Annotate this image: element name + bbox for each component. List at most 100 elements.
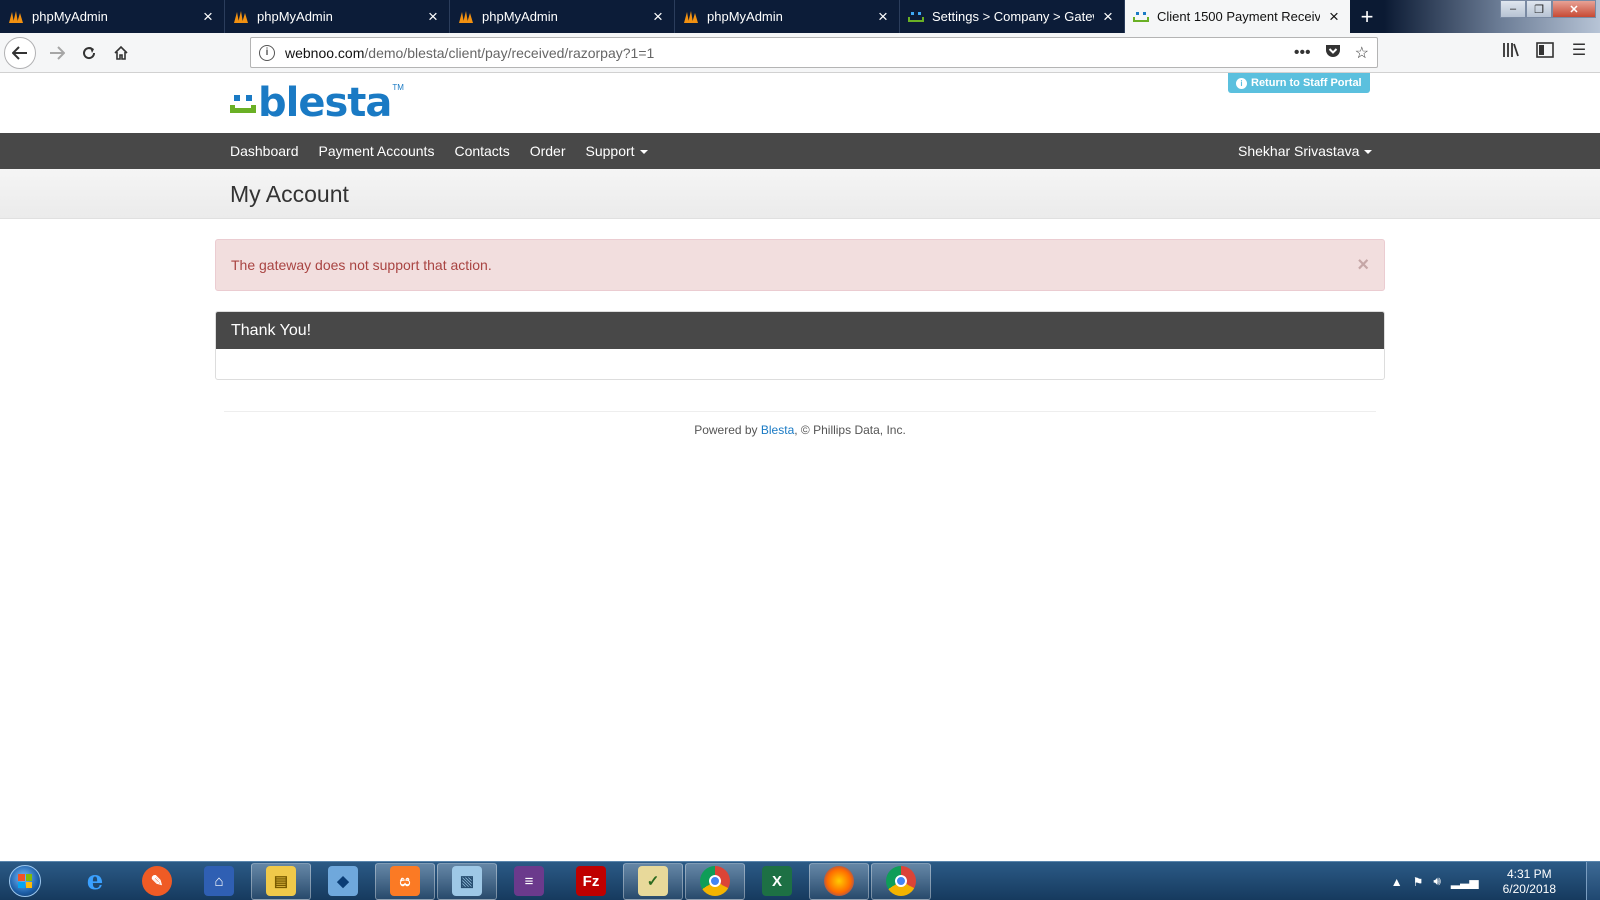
- browser-tab-active[interactable]: Client 1500 Payment Received | ×: [1125, 0, 1350, 33]
- nav-payment-accounts[interactable]: Payment Accounts: [309, 133, 445, 169]
- excel-icon[interactable]: X: [747, 863, 807, 900]
- staff-portal-label: Return to Staff Portal: [1251, 77, 1362, 89]
- user-menu-dropdown[interactable]: Shekhar Srivastava: [1228, 133, 1382, 169]
- info-circle-icon: i: [1236, 77, 1247, 89]
- nav-support-dropdown[interactable]: Support: [576, 133, 658, 169]
- browser-tab[interactable]: phpMyAdmin ×: [225, 0, 450, 33]
- network-signal-icon[interactable]: ▂▃▅: [1451, 875, 1479, 889]
- close-icon[interactable]: ×: [1326, 8, 1342, 25]
- tab-title: phpMyAdmin: [257, 9, 333, 24]
- minimize-button[interactable]: –: [1500, 0, 1526, 18]
- browser-tab[interactable]: phpMyAdmin ×: [675, 0, 900, 33]
- footer-blesta-link[interactable]: Blesta: [761, 423, 794, 437]
- library-icon[interactable]: [1500, 39, 1522, 61]
- close-icon[interactable]: ×: [425, 8, 441, 25]
- web-page: blesta TM i Return to Staff Portal Dashb…: [0, 73, 1600, 861]
- ie-icon[interactable]: e: [65, 863, 125, 900]
- firefox-icon[interactable]: [809, 862, 869, 900]
- url-path: /demo/blesta/client/pay/received/razorpa…: [364, 44, 655, 61]
- error-alert: The gateway does not support that action…: [215, 239, 1385, 291]
- show-desktop-button[interactable]: [1586, 862, 1600, 900]
- nav-contacts[interactable]: Contacts: [444, 133, 519, 169]
- sublime-icon[interactable]: ✓: [623, 862, 683, 900]
- address-bar[interactable]: i webnoo.com/demo/blesta/client/pay/rece…: [250, 37, 1378, 68]
- bookmark-star-icon[interactable]: ☆: [1355, 43, 1369, 63]
- nav-support-label: Support: [585, 143, 635, 159]
- tab-title: phpMyAdmin: [707, 9, 783, 24]
- notepad-icon[interactable]: ▧: [437, 862, 497, 900]
- close-icon[interactable]: ×: [200, 8, 216, 25]
- system-clock[interactable]: 4:31 PM 6/20/2018: [1503, 867, 1556, 897]
- nav-order[interactable]: Order: [520, 133, 576, 169]
- browser-tab[interactable]: phpMyAdmin ×: [450, 0, 675, 33]
- tab-title: phpMyAdmin: [482, 9, 558, 24]
- clock-date: 6/20/2018: [1502, 881, 1556, 896]
- new-tab-button[interactable]: +: [1350, 0, 1384, 33]
- page-title: My Account: [230, 181, 349, 207]
- panel-heading: Thank You!: [216, 312, 1384, 349]
- toolbar-right: ☰: [1500, 39, 1600, 61]
- reload-icon: [83, 46, 96, 59]
- browser-tab[interactable]: Settings > Company > Gatewa ×: [900, 0, 1125, 33]
- window-close-button[interactable]: ✕: [1552, 0, 1596, 18]
- return-to-staff-portal-button[interactable]: i Return to Staff Portal: [1228, 73, 1370, 93]
- forward-button[interactable]: [42, 38, 72, 68]
- phpmyadmin-icon: [233, 9, 249, 25]
- postman-icon[interactable]: ✎: [127, 863, 187, 900]
- nav-dashboard[interactable]: Dashboard: [220, 133, 309, 169]
- back-button[interactable]: [4, 36, 36, 69]
- home-button[interactable]: [106, 38, 136, 68]
- restore-button[interactable]: ❐: [1526, 0, 1552, 18]
- phpmyadmin-icon: [8, 9, 24, 25]
- filezilla-icon[interactable]: Fz: [561, 863, 621, 900]
- alert-close-button[interactable]: ×: [1357, 254, 1369, 277]
- caret-down-icon: [1364, 150, 1373, 155]
- site-footer: Powered by Blesta, © Phillips Data, Inc.: [0, 423, 1600, 437]
- window-controls: – ❐ ✕: [1500, 0, 1596, 18]
- chrome-icon[interactable]: [685, 862, 745, 900]
- logo-wordmark: blesta: [258, 80, 392, 126]
- browser-tab-strip: phpMyAdmin × phpMyAdmin × phpMyAdmin × p…: [0, 0, 1600, 33]
- close-icon[interactable]: ×: [875, 8, 891, 25]
- phpmyadmin-icon: [458, 9, 474, 25]
- page-title-bar: My Account: [0, 169, 1600, 219]
- xampp-icon[interactable]: ස: [375, 862, 435, 900]
- blesta-icon: [908, 9, 924, 25]
- logo-trademark: TM: [392, 83, 404, 92]
- more-actions-icon[interactable]: •••: [1294, 44, 1311, 62]
- pocket-icon[interactable]: [1325, 43, 1341, 63]
- close-icon[interactable]: ×: [650, 8, 666, 25]
- site-info-icon[interactable]: i: [259, 44, 275, 61]
- taskbar-apps: e ✎ ⌂ ▤ ◆ ස ▧ ≡ Fz ✓ X: [65, 862, 931, 900]
- volume-icon[interactable]: 🔊︎: [1433, 874, 1441, 889]
- sidebar-icon[interactable]: [1534, 39, 1556, 61]
- virtualbox-icon[interactable]: ◆: [313, 863, 373, 900]
- hamburger-menu-icon[interactable]: ☰: [1568, 39, 1590, 61]
- forward-arrow-icon: [50, 45, 65, 60]
- back-arrow-icon: [12, 45, 27, 60]
- site-header: blesta TM i Return to Staff Portal: [0, 73, 1600, 133]
- start-button[interactable]: [5, 862, 45, 900]
- reload-button[interactable]: [74, 38, 104, 68]
- alert-message: The gateway does not support that action…: [231, 257, 492, 273]
- chrome-icon[interactable]: [871, 862, 931, 900]
- tray-expand-icon[interactable]: ▲: [1391, 875, 1403, 889]
- home-icon: [114, 45, 128, 60]
- windows-logo-icon: [9, 865, 41, 897]
- phpmyadmin-icon: [683, 9, 699, 25]
- browser-tab[interactable]: phpMyAdmin ×: [0, 0, 225, 33]
- caret-down-icon: [639, 150, 648, 155]
- network-icon[interactable]: ⌂: [189, 863, 249, 900]
- blesta-logo[interactable]: blesta TM: [230, 83, 404, 123]
- action-center-flag-icon[interactable]: ⚑: [1413, 875, 1424, 889]
- explorer-icon[interactable]: ▤: [251, 862, 311, 900]
- footer-suffix: , © Phillips Data, Inc.: [794, 423, 906, 437]
- url-actions: ••• ☆: [1294, 43, 1369, 63]
- windows-taskbar: e ✎ ⌂ ▤ ◆ ස ▧ ≡ Fz ✓ X ▲ ⚑ 🔊︎ ▂▃▅ 4:31 P…: [0, 861, 1600, 900]
- tab-title: Settings > Company > Gatewa: [932, 9, 1094, 24]
- tab-title: Client 1500 Payment Received |: [1157, 9, 1320, 24]
- url-host: webnoo.com: [285, 44, 365, 61]
- winrar-icon[interactable]: ≡: [499, 863, 559, 900]
- close-icon[interactable]: ×: [1100, 8, 1116, 25]
- blesta-smile-icon: [230, 93, 256, 119]
